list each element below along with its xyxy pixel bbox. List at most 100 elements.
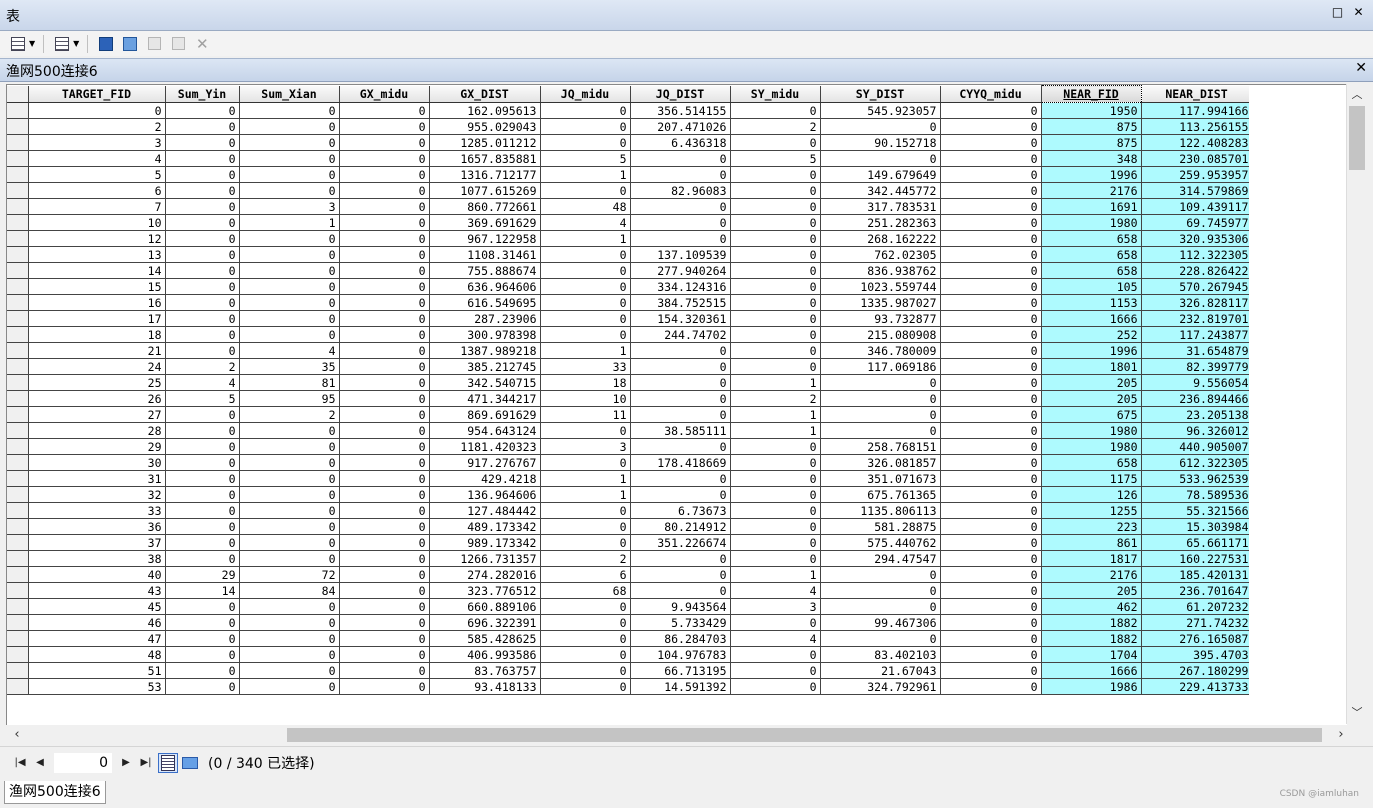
table-row[interactable]: 13 0 0 0 1108.31461 0 137.109539 0 762.02305 0 658…	[7, 246, 1253, 263]
table-cell[interactable]: 0	[940, 662, 1042, 679]
table-cell[interactable]: 675	[1041, 406, 1142, 423]
next-record-button[interactable]: ▶	[116, 753, 136, 773]
table-cell[interactable]: 0	[165, 310, 240, 327]
table-cell[interactable]: 117.243877	[1141, 326, 1253, 343]
table-cell[interactable]: 0	[339, 470, 430, 487]
table-cell[interactable]: 0	[239, 294, 340, 311]
table-cell[interactable]: 277.940264	[630, 262, 731, 279]
table-row[interactable]: 24 2 35 0 385.212745 33 0 0 117.069186 0 1801 82.39…	[7, 358, 1253, 375]
table-cell[interactable]: 0	[940, 630, 1042, 647]
table-cell[interactable]: 0	[165, 102, 240, 119]
table-cell[interactable]: 53	[28, 678, 166, 695]
table-cell[interactable]: 2	[730, 118, 821, 135]
first-record-button[interactable]: |◀	[10, 753, 30, 773]
table-cell[interactable]: 0	[940, 582, 1042, 599]
table-cell[interactable]: 0	[630, 438, 731, 455]
table-cell[interactable]: 0	[940, 678, 1042, 695]
row-selector[interactable]	[7, 214, 29, 231]
table-tab[interactable]: 渔网500连接6	[4, 781, 106, 804]
table-cell[interactable]: 0	[630, 230, 731, 247]
table-cell[interactable]: 0	[540, 454, 631, 471]
table-cell[interactable]: 0	[730, 246, 821, 263]
table-row[interactable]: 25 4 81 0 342.540715 18 0 1 0 0 205 9.556054	[7, 374, 1253, 391]
table-cell[interactable]: 0	[630, 390, 731, 407]
table-cell[interactable]: 0	[239, 518, 340, 535]
table-cell[interactable]: 0	[940, 550, 1042, 567]
table-cell[interactable]: 82.399779	[1141, 358, 1253, 375]
table-cell[interactable]: 1316.712177	[429, 166, 541, 183]
table-cell[interactable]: 0	[630, 550, 731, 567]
table-cell[interactable]: 0	[730, 294, 821, 311]
table-cell[interactable]: 93.418133	[429, 678, 541, 695]
table-cell[interactable]: 0	[239, 598, 340, 615]
row-selector[interactable]	[7, 470, 29, 487]
table-cell[interactable]: 0	[339, 598, 430, 615]
table-cell[interactable]: 348	[1041, 150, 1142, 167]
column-header[interactable]: SY_midu	[730, 85, 821, 103]
table-cell[interactable]: 0	[165, 630, 240, 647]
table-cell[interactable]: 0	[730, 550, 821, 567]
table-cell[interactable]: 0	[630, 486, 731, 503]
table-cell[interactable]: 351.226674	[630, 534, 731, 551]
table-cell[interactable]: 0	[540, 134, 631, 151]
table-cell[interactable]: 26	[28, 390, 166, 407]
table-cell[interactable]: 0	[540, 118, 631, 135]
table-cell[interactable]: 0	[940, 294, 1042, 311]
table-cell[interactable]: 1666	[1041, 662, 1142, 679]
table-cell[interactable]: 314.579869	[1141, 182, 1253, 199]
table-cell[interactable]: 0	[820, 598, 941, 615]
column-header[interactable]: SY_DIST	[820, 85, 941, 103]
table-row[interactable]: 29 0 0 0 1181.420323 3 0 0 258.768151 0 1980 440.90…	[7, 438, 1253, 455]
table-cell[interactable]: 258.768151	[820, 438, 941, 455]
table-cell[interactable]: 0	[940, 374, 1042, 391]
table-cell[interactable]: 178.418669	[630, 454, 731, 471]
table-cell[interactable]: 46	[28, 614, 166, 631]
table-cell[interactable]: 1	[239, 214, 340, 231]
table-cell[interactable]: 0	[239, 182, 340, 199]
show-all-records-button[interactable]	[158, 752, 178, 773]
table-cell[interactable]: 0	[540, 262, 631, 279]
table-cell[interactable]: 0	[820, 422, 941, 439]
table-cell[interactable]: 0	[820, 406, 941, 423]
table-cell[interactable]: 0	[540, 422, 631, 439]
table-cell[interactable]: 0	[165, 134, 240, 151]
table-cell[interactable]: 1666	[1041, 310, 1142, 327]
table-cell[interactable]: 232.819701	[1141, 310, 1253, 327]
table-cell[interactable]: 5	[28, 166, 166, 183]
table-cell[interactable]: 1882	[1041, 630, 1142, 647]
column-header[interactable]: JQ_DIST	[630, 85, 731, 103]
table-cell[interactable]: 252	[1041, 326, 1142, 343]
table-cell[interactable]: 861	[1041, 534, 1142, 551]
table-cell[interactable]: 0	[730, 230, 821, 247]
table-cell[interactable]: 78.589536	[1141, 486, 1253, 503]
table-cell[interactable]: 0	[165, 326, 240, 343]
table-cell[interactable]: 0	[540, 326, 631, 343]
table-cell[interactable]: 0	[940, 438, 1042, 455]
table-cell[interactable]: 612.322305	[1141, 454, 1253, 471]
table-cell[interactable]: 696.322391	[429, 614, 541, 631]
table-cell[interactable]: 0	[339, 134, 430, 151]
table-cell[interactable]: 0	[730, 358, 821, 375]
table-cell[interactable]: 0	[165, 502, 240, 519]
table-cell[interactable]: 0	[28, 102, 166, 119]
row-selector[interactable]	[7, 486, 29, 503]
table-cell[interactable]: 1657.835881	[429, 150, 541, 167]
table-cell[interactable]: 28	[28, 422, 166, 439]
table-cell[interactable]: 137.109539	[630, 246, 731, 263]
table-cell[interactable]: 23.205138	[1141, 406, 1253, 423]
table-cell[interactable]: 14.591392	[630, 678, 731, 695]
table-cell[interactable]: 0	[165, 454, 240, 471]
table-cell[interactable]: 1335.987027	[820, 294, 941, 311]
table-cell[interactable]: 0	[339, 662, 430, 679]
table-cell[interactable]: 1	[730, 374, 821, 391]
table-cell[interactable]: 0	[940, 534, 1042, 551]
table-cell[interactable]: 0	[339, 454, 430, 471]
table-cell[interactable]: 0	[339, 502, 430, 519]
table-cell[interactable]: 1108.31461	[429, 246, 541, 263]
table-cell[interactable]: 12	[28, 230, 166, 247]
table-cell[interactable]: 17	[28, 310, 166, 327]
table-cell[interactable]: 99.467306	[820, 614, 941, 631]
table-cell[interactable]: 1	[540, 166, 631, 183]
row-selector[interactable]	[7, 134, 29, 151]
table-cell[interactable]: 154.320361	[630, 310, 731, 327]
